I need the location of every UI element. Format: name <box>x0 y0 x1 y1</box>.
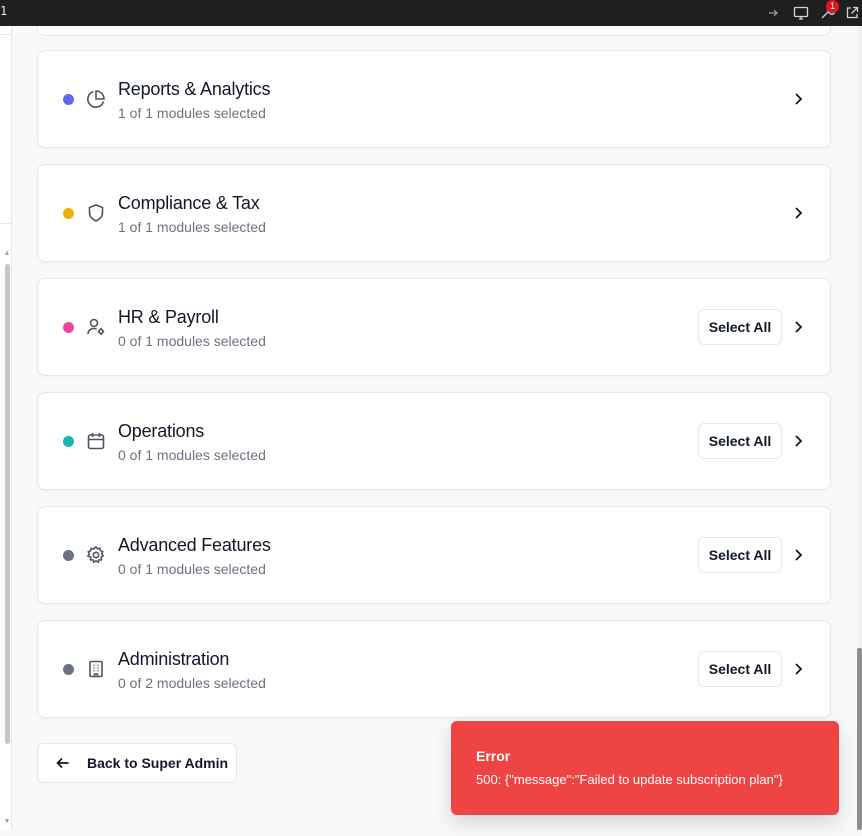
category-title: Advanced Features <box>118 535 271 555</box>
category-card-partial <box>37 26 831 36</box>
category-card-hr-payroll[interactable]: HR & Payroll 0 of 1 modules selected Sel… <box>37 278 831 376</box>
chevron-right-icon[interactable] <box>790 546 806 564</box>
category-card-advanced-features[interactable]: Advanced Features 0 of 1 modules selecte… <box>37 506 831 604</box>
category-subtitle: 0 of 1 modules selected <box>118 333 266 349</box>
chevron-right-icon[interactable] <box>790 204 806 222</box>
toast-title: Error <box>476 748 511 764</box>
category-title: Reports & Analytics <box>118 79 271 99</box>
back-button-label: Back to Super Admin <box>87 755 229 771</box>
status-dot <box>63 208 74 219</box>
category-title: HR & Payroll <box>118 307 219 327</box>
status-dot <box>63 94 74 105</box>
category-title: Compliance & Tax <box>118 193 260 213</box>
gear-icon <box>86 545 106 565</box>
chevron-right-icon[interactable] <box>790 660 806 678</box>
category-subtitle: 0 of 2 modules selected <box>118 675 266 691</box>
category-card-compliance-tax[interactable]: Compliance & Tax 1 of 1 modules selected <box>37 164 831 262</box>
scroll-down-icon[interactable]: ▼ <box>3 818 11 826</box>
scroll-up-icon[interactable]: ▲ <box>3 250 11 258</box>
status-dot <box>63 664 74 675</box>
building-icon <box>86 659 106 679</box>
panel-divider <box>0 34 12 35</box>
chevron-right-icon[interactable] <box>790 90 806 108</box>
scrollbar-thumb[interactable] <box>857 648 862 830</box>
category-card-administration[interactable]: Administration 0 of 2 modules selected S… <box>37 620 831 718</box>
status-dot <box>63 550 74 561</box>
status-dot <box>63 322 74 333</box>
notification-badge: 1 <box>826 0 839 13</box>
category-subtitle: 0 of 1 modules selected <box>118 561 266 577</box>
line-index: 1 <box>0 4 8 18</box>
back-to-super-admin-button[interactable]: Back to Super Admin <box>37 743 237 783</box>
error-toast[interactable]: Error 500: {"message":"Failed to update … <box>451 721 839 815</box>
arrow-left-icon <box>56 756 70 770</box>
calendar-icon <box>86 431 106 451</box>
side-panel-scrollbar[interactable]: ▲ ▼ <box>3 250 11 830</box>
category-title: Operations <box>118 421 205 441</box>
category-card-operations[interactable]: Operations 0 of 1 modules selected Selec… <box>37 392 831 490</box>
select-all-button[interactable]: Select All <box>698 537 782 573</box>
toast-message: 500: {"message":"Failed to update subscr… <box>476 772 783 787</box>
category-card-reports-analytics[interactable]: Reports & Analytics 1 of 1 modules selec… <box>37 50 831 148</box>
page-scrollbar[interactable] <box>857 26 862 830</box>
user-cog-icon <box>86 317 106 337</box>
select-all-button[interactable]: Select All <box>698 651 782 687</box>
scrollbar-thumb[interactable] <box>5 264 10 744</box>
select-all-button[interactable]: Select All <box>698 309 782 345</box>
category-subtitle: 0 of 1 modules selected <box>118 447 266 463</box>
chevron-right-icon[interactable] <box>790 432 806 450</box>
category-title: Administration <box>118 649 230 669</box>
shield-icon <box>86 203 106 223</box>
external-link-icon[interactable] <box>843 4 861 22</box>
status-dot <box>63 436 74 447</box>
arrow-right-icon[interactable] <box>764 4 782 22</box>
category-subtitle: 1 of 1 modules selected <box>118 105 266 121</box>
monitor-icon[interactable] <box>792 4 810 22</box>
pie-chart-icon <box>86 89 106 109</box>
chevron-right-icon[interactable] <box>790 318 806 336</box>
top-toolbar: 1 1 <box>0 0 862 26</box>
select-all-button[interactable]: Select All <box>698 423 782 459</box>
category-subtitle: 1 of 1 modules selected <box>118 219 266 235</box>
panel-divider <box>0 223 12 224</box>
